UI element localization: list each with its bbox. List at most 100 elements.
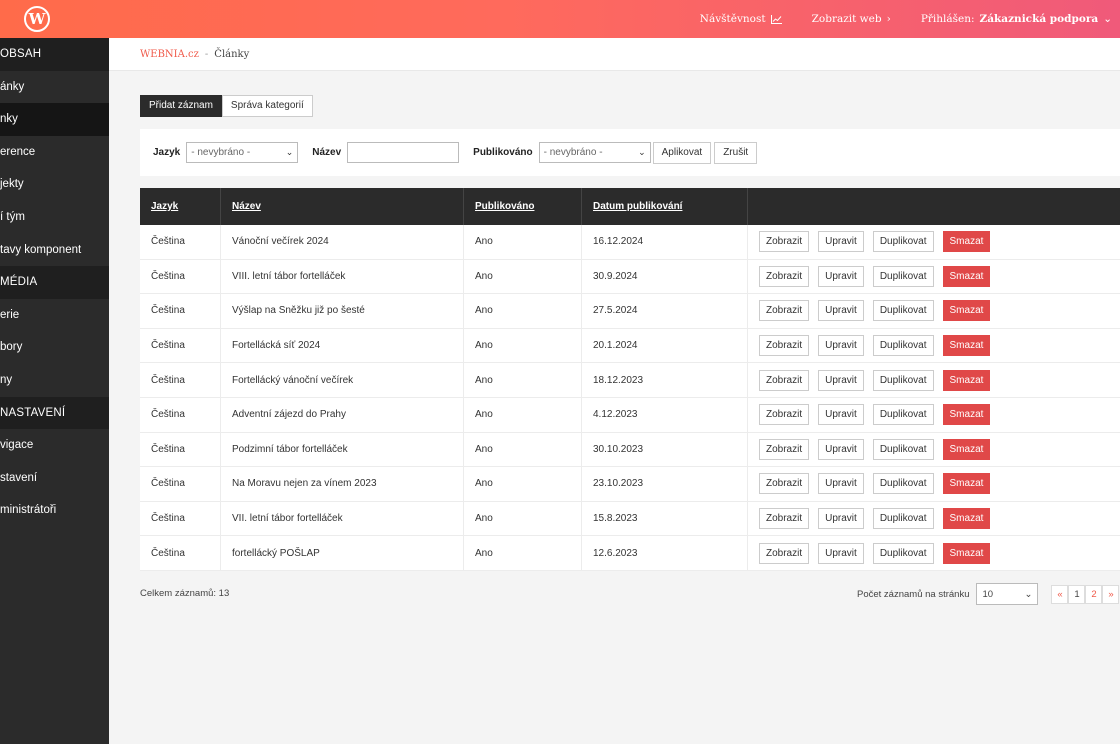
header-date[interactable]: Datum publikování bbox=[582, 188, 748, 225]
cell-published: Ano bbox=[464, 225, 582, 259]
edit-button[interactable]: Upravit bbox=[818, 542, 864, 564]
edit-button[interactable]: Upravit bbox=[818, 300, 864, 322]
sidebar-item[interactable]: stavení bbox=[0, 462, 109, 495]
breadcrumb-home[interactable]: WEBNIA.cz bbox=[140, 49, 199, 60]
published-select[interactable]: - nevybráno - ⌄ bbox=[538, 142, 651, 163]
header-name[interactable]: Název bbox=[221, 188, 464, 225]
view-button[interactable]: Zobrazit bbox=[759, 542, 810, 564]
page-2[interactable]: 2 bbox=[1085, 584, 1103, 604]
edit-button[interactable]: Upravit bbox=[818, 473, 864, 495]
delete-button[interactable]: Smazat bbox=[942, 404, 991, 426]
view-button[interactable]: Zobrazit bbox=[759, 438, 810, 460]
view-button[interactable]: Zobrazit bbox=[759, 508, 810, 530]
view-button[interactable]: Zobrazit bbox=[759, 335, 810, 357]
view-button[interactable]: Zobrazit bbox=[759, 231, 810, 253]
cell-date: 23.10.2023 bbox=[582, 467, 748, 501]
view-button[interactable]: Zobrazit bbox=[759, 473, 810, 495]
sidebar-item[interactable]: nky bbox=[0, 103, 109, 136]
delete-button[interactable]: Smazat bbox=[942, 438, 991, 460]
header-published[interactable]: Publikováno bbox=[464, 188, 582, 225]
articles-table: Jazyk Název Publikováno Datum publikován… bbox=[140, 188, 1120, 571]
page-next[interactable]: » bbox=[1102, 584, 1120, 604]
delete-button[interactable]: Smazat bbox=[942, 542, 991, 564]
name-input[interactable] bbox=[347, 142, 460, 163]
duplicate-button[interactable]: Duplikovat bbox=[872, 473, 934, 495]
add-record-button[interactable]: Přidat záznam bbox=[140, 95, 222, 117]
duplicate-button[interactable]: Duplikovat bbox=[872, 369, 934, 391]
edit-button[interactable]: Upravit bbox=[818, 265, 864, 287]
sidebar-item[interactable]: í tým bbox=[0, 201, 109, 234]
view-button[interactable]: Zobrazit bbox=[759, 300, 810, 322]
edit-button[interactable]: Upravit bbox=[818, 438, 864, 460]
cell-date: 30.9.2024 bbox=[582, 259, 748, 294]
view-web-link[interactable]: Zobrazit web › bbox=[812, 13, 891, 25]
cell-date: 20.1.2024 bbox=[582, 328, 748, 363]
duplicate-button[interactable]: Duplikovat bbox=[872, 542, 934, 564]
lang-select[interactable]: - nevybráno - ⌄ bbox=[186, 142, 299, 163]
sidebar-item[interactable]: jekty bbox=[0, 168, 109, 201]
breadcrumb-current: Články bbox=[214, 49, 250, 60]
table-row: Čeština Fortellácký vánoční večírek Ano 18.… bbox=[140, 363, 1120, 398]
delete-button[interactable]: Smazat bbox=[942, 231, 991, 253]
delete-button[interactable]: Smazat bbox=[942, 335, 991, 357]
header-lang[interactable]: Jazyk bbox=[140, 188, 221, 225]
view-web-label: Zobrazit web bbox=[811, 13, 882, 25]
duplicate-button[interactable]: Duplikovat bbox=[872, 335, 934, 357]
webnia-logo[interactable]: W bbox=[24, 6, 50, 32]
cell-name: VII. letní tábor fortelláček bbox=[221, 501, 464, 536]
delete-button[interactable]: Smazat bbox=[942, 508, 991, 530]
cell-lang: Čeština bbox=[140, 467, 221, 501]
cell-actions: Zobrazit Upravit Duplikovat Smazat bbox=[748, 433, 1120, 467]
user-name: Zákaznická podpora bbox=[979, 13, 1099, 25]
logged-prefix: Přihlášen: bbox=[920, 13, 975, 25]
sidebar-item[interactable]: tavy komponent bbox=[0, 234, 109, 267]
sidebar-item[interactable]: erence bbox=[0, 136, 109, 169]
duplicate-button[interactable]: Duplikovat bbox=[872, 300, 934, 322]
sidebar-item[interactable]: ministrátoři bbox=[0, 494, 109, 527]
view-button[interactable]: Zobrazit bbox=[759, 369, 810, 391]
cell-actions: Zobrazit Upravit Duplikovat Smazat bbox=[748, 502, 1120, 536]
sidebar-item[interactable]: erie bbox=[0, 299, 109, 332]
sidebar-item[interactable]: ánky bbox=[0, 71, 109, 104]
table-row: Čeština Výšlap na Sněžku již po šesté Ano 2… bbox=[140, 294, 1120, 329]
apply-filter-button[interactable]: Aplikovat bbox=[652, 141, 712, 164]
delete-button[interactable]: Smazat bbox=[942, 473, 991, 495]
duplicate-button[interactable]: Duplikovat bbox=[872, 438, 934, 460]
sidebar-item[interactable]: bory bbox=[0, 331, 109, 364]
user-menu[interactable]: Přihlášen: Zákaznická podpora ⌄ bbox=[921, 13, 1112, 25]
delete-button[interactable]: Smazat bbox=[942, 300, 991, 322]
view-button[interactable]: Zobrazit bbox=[759, 265, 810, 287]
edit-button[interactable]: Upravit bbox=[818, 404, 864, 426]
sidebar-item[interactable]: vigace bbox=[0, 429, 109, 462]
cell-lang: Čeština bbox=[140, 501, 221, 536]
cell-date: 12.6.2023 bbox=[582, 536, 748, 570]
duplicate-button[interactable]: Duplikovat bbox=[872, 231, 934, 253]
page-1[interactable]: 1 bbox=[1068, 584, 1086, 604]
cell-name: Fortellácká síť 2024 bbox=[221, 328, 464, 363]
table-row: Čeština Vánoční večírek 2024 Ano 16.12.2024… bbox=[140, 225, 1120, 260]
filter-panel: Jazyk - nevybráno - ⌄ Název Publikováno … bbox=[140, 129, 1120, 176]
edit-button[interactable]: Upravit bbox=[818, 335, 864, 357]
duplicate-button[interactable]: Duplikovat bbox=[872, 404, 934, 426]
per-page-label: Počet záznamů na stránku bbox=[857, 588, 970, 600]
edit-button[interactable]: Upravit bbox=[818, 369, 864, 391]
cell-lang: Čeština bbox=[140, 328, 221, 363]
delete-button[interactable]: Smazat bbox=[942, 369, 991, 391]
delete-button[interactable]: Smazat bbox=[942, 265, 991, 287]
manage-categories-button[interactable]: Správa kategorií bbox=[221, 95, 313, 117]
cell-published: Ano bbox=[464, 501, 582, 536]
published-select-value: - nevybráno - bbox=[543, 147, 603, 158]
duplicate-button[interactable]: Duplikovat bbox=[872, 508, 934, 530]
sidebar-item[interactable]: ny bbox=[0, 364, 109, 397]
cell-actions: Zobrazit Upravit Duplikovat Smazat bbox=[748, 225, 1120, 259]
chevron-down-icon: ⌄ bbox=[638, 147, 646, 157]
view-button[interactable]: Zobrazit bbox=[759, 404, 810, 426]
sidebar-section: NASTAVENÍ bbox=[0, 396, 109, 430]
cancel-filter-button[interactable]: Zrušit bbox=[714, 141, 758, 164]
duplicate-button[interactable]: Duplikovat bbox=[872, 265, 934, 287]
traffic-link[interactable]: Návštěvnost bbox=[700, 13, 782, 25]
edit-button[interactable]: Upravit bbox=[818, 508, 864, 530]
page-prev[interactable]: « bbox=[1051, 584, 1069, 604]
per-page-select[interactable]: 10 ⌄ bbox=[976, 583, 1039, 605]
edit-button[interactable]: Upravit bbox=[818, 231, 864, 253]
